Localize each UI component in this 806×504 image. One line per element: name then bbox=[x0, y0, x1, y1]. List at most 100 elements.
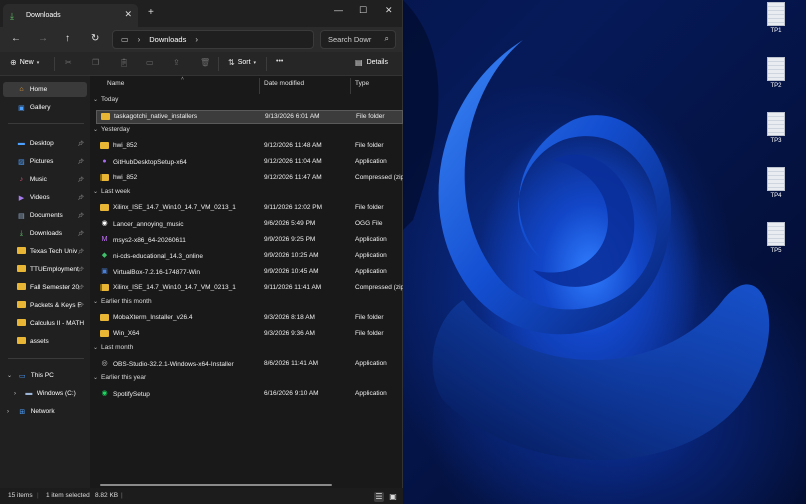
file-row[interactable]: Xilinx_ISE_14.7_Win10_14.7_VM_0213_1 9/11… bbox=[96, 282, 403, 296]
sort-button[interactable]: ⇅ Sort ▾ bbox=[228, 58, 256, 67]
delete-icon[interactable]: 🗑︎ bbox=[200, 58, 210, 67]
column-divider[interactable] bbox=[350, 78, 351, 94]
document-thumbnail-icon bbox=[767, 167, 785, 191]
chevron-right-icon[interactable]: › bbox=[7, 409, 9, 415]
sidebar-item-gallery[interactable]: ▣ Gallery bbox=[3, 100, 87, 115]
pin-icon: 📌︎ bbox=[77, 194, 84, 201]
pin-icon: 📌︎ bbox=[77, 248, 84, 255]
sidebar-item-downloads[interactable]: ⤓ Downloads 📌︎ bbox=[3, 226, 87, 241]
sidebar-item-calculus[interactable]: Calculus II - MATH bbox=[3, 316, 87, 331]
address-field[interactable]: ▭ › Downloads › bbox=[112, 30, 314, 49]
new-tab-button[interactable]: + bbox=[148, 7, 154, 18]
up-arrow-icon[interactable]: ↑ bbox=[65, 33, 70, 44]
desktop-file-tp3[interactable]: TP3 bbox=[756, 112, 796, 144]
desktop-file-tp2[interactable]: TP2 bbox=[756, 57, 796, 89]
group-header[interactable]: ⌄ Today bbox=[93, 96, 118, 103]
file-row[interactable]: MobaXterm_Installer_v26.4 9/3/2026 8:18 A… bbox=[96, 312, 403, 326]
rename-icon[interactable]: ▭ bbox=[146, 58, 154, 67]
new-button[interactable]: ⊕ New ▾ bbox=[10, 58, 39, 67]
desktop-file-tp5[interactable]: TP5 bbox=[756, 222, 796, 254]
folder-icon bbox=[100, 142, 109, 149]
group-header[interactable]: ⌄ Yesterday bbox=[93, 126, 130, 133]
chevron-down-icon: ⌄ bbox=[93, 375, 99, 381]
item-count: 15 items bbox=[8, 492, 33, 499]
sidebar-item-assets[interactable]: assets bbox=[3, 334, 87, 349]
file-row[interactable]: ▣ VirtualBox-7.2.16-174877-Win 9/9/2026 10… bbox=[96, 266, 403, 280]
close-tab-icon[interactable]: ✕ bbox=[124, 9, 132, 20]
sidebar-item-texas-tech[interactable]: Texas Tech Univ 📌︎ bbox=[3, 244, 87, 259]
file-name-cell: MobaXterm_Installer_v26.4 bbox=[100, 314, 193, 321]
selection-size: 8.82 KB bbox=[95, 492, 119, 499]
desktop-file-tp4[interactable]: TP4 bbox=[756, 167, 796, 199]
file-name-cell: ◆ ni-cds-educational_14.3_online bbox=[100, 252, 203, 260]
file-row[interactable]: ◉ Lancer_annoying_music 9/6/2026 5:49 PM OG… bbox=[96, 218, 403, 232]
file-row[interactable]: Xilinx_ISE_14.7_Win10_14.7_VM_0213_1 9/11… bbox=[96, 202, 403, 216]
sidebar-item-home[interactable]: ⌂ Home bbox=[3, 82, 87, 97]
column-header-name[interactable]: Name bbox=[107, 80, 124, 94]
back-arrow-icon[interactable]: ← bbox=[11, 33, 21, 44]
sidebar-item-desktop[interactable]: ▬ Desktop 📌︎ bbox=[3, 136, 87, 151]
more-options-button[interactable]: ••• bbox=[276, 58, 283, 65]
close-window-icon[interactable]: ✕ bbox=[385, 5, 393, 16]
group-label: Earlier this year bbox=[101, 374, 147, 381]
date-modified: 9/12/2026 11:47 AM bbox=[264, 174, 322, 181]
file-row[interactable]: ◉ SpotifySetup 6/16/2026 9:10 AM Applicatio… bbox=[96, 388, 403, 402]
column-header-date[interactable]: Date modified bbox=[264, 80, 304, 94]
sidebar-item-network[interactable]: › ⊞ Network bbox=[3, 404, 87, 419]
file-row[interactable]: Mmsys2-x86_64-20260611 9/9/2026 9:25 PM Ap… bbox=[96, 234, 403, 248]
sidebar-item-videos[interactable]: ▶ Videos 📌︎ bbox=[3, 190, 87, 205]
pin-icon: 📌︎ bbox=[77, 140, 84, 147]
sidebar-item-music[interactable]: ♪ Music 📌︎ bbox=[3, 172, 87, 187]
file-name: hwi_852 bbox=[113, 174, 138, 181]
desktop-file-tp1[interactable]: TP1 bbox=[756, 2, 796, 34]
sidebar-item-fall-semester[interactable]: Fall Semester 20 📌︎ bbox=[3, 280, 87, 295]
column-divider[interactable] bbox=[259, 78, 260, 94]
maximize-icon[interactable]: ☐ bbox=[359, 5, 367, 16]
group-header[interactable]: ⌄ Last month bbox=[93, 344, 133, 351]
file-row[interactable]: ◆ ni-cds-educational_14.3_online 9/9/2026 … bbox=[96, 250, 403, 264]
paste-icon[interactable]: 📋︎ bbox=[119, 58, 129, 67]
file-name: VirtualBox-7.2.16-174877-Win bbox=[113, 268, 200, 276]
tab-downloads[interactable]: ⤓ Downloads ✕ bbox=[3, 4, 138, 27]
file-row[interactable]: Win_X64 9/3/2026 9:36 AM File folder bbox=[96, 328, 403, 342]
chevron-right-icon[interactable]: › bbox=[195, 35, 198, 44]
group-header[interactable]: ⌄ Earlier this year bbox=[93, 374, 146, 381]
chevron-down-icon: ⌄ bbox=[93, 97, 99, 103]
refresh-icon[interactable]: ↻ bbox=[91, 33, 99, 44]
sidebar-item-label: Windows (C:) bbox=[36, 390, 76, 397]
file-row[interactable]: ◎ OBS-Studio-32.2.1-Windows-x64-Installer… bbox=[96, 358, 403, 372]
forward-arrow-icon[interactable]: → bbox=[38, 33, 48, 44]
cut-icon[interactable]: ✂ bbox=[65, 58, 72, 67]
horizontal-scrollbar[interactable] bbox=[100, 484, 332, 486]
sidebar-item-documents[interactable]: ▤ Documents 📌︎ bbox=[3, 208, 87, 223]
breadcrumb-downloads[interactable]: Downloads bbox=[149, 35, 186, 44]
file-row[interactable]: taskagotchi_native_installers 9/13/2026 6… bbox=[96, 110, 403, 124]
group-header[interactable]: ⌄ Earlier this month bbox=[93, 298, 152, 305]
file-row[interactable]: hwi_852 9/12/2026 11:48 AM File folder bbox=[96, 140, 403, 154]
sidebar-item-pictures[interactable]: ▨ Pictures 📌︎ bbox=[3, 154, 87, 169]
share-icon[interactable]: ⇪ bbox=[173, 58, 180, 67]
downloads-icon: ⤓ bbox=[19, 229, 23, 237]
sidebar-item-ttuemployment[interactable]: TTUEmployment 📌︎ bbox=[3, 262, 87, 277]
details-pane-button[interactable]: ▤ Details bbox=[355, 58, 388, 67]
column-header-type[interactable]: Type bbox=[355, 80, 369, 94]
details-view-icon[interactable]: ☰ bbox=[374, 492, 384, 502]
chevron-right-icon[interactable]: › bbox=[14, 391, 16, 397]
desktop-file-label: TP5 bbox=[770, 248, 782, 254]
group-label: Yesterday bbox=[101, 126, 130, 133]
search-input[interactable]: Search Dowr ⌕ bbox=[320, 30, 396, 49]
file-name-cell: ◉ SpotifySetup bbox=[100, 390, 149, 398]
date-modified: 9/3/2026 8:18 AM bbox=[264, 314, 315, 321]
file-row[interactable]: ● GitHubDesktopSetup-x64 9/12/2026 11:04 A… bbox=[96, 156, 403, 170]
file-type: File folder bbox=[355, 142, 384, 149]
sidebar-item-windows-c[interactable]: › ▬ Windows (C:) bbox=[3, 386, 87, 401]
tiles-view-icon[interactable]: ▣ bbox=[388, 492, 398, 502]
minimize-icon[interactable]: — bbox=[334, 5, 343, 15]
group-header[interactable]: ⌄ Last week bbox=[93, 188, 130, 195]
copy-icon[interactable]: ❐ bbox=[92, 58, 99, 67]
file-type: File folder bbox=[355, 314, 384, 321]
chevron-down-icon[interactable]: ⌄ bbox=[7, 372, 12, 379]
sidebar-item-packets-keys[interactable]: Packets & Keys F 📌︎ bbox=[3, 298, 87, 313]
sidebar-item-this-pc[interactable]: ⌄ ▭ This PC bbox=[3, 368, 87, 383]
file-row[interactable]: hwi_852 9/12/2026 11:47 AM Compressed (zip bbox=[96, 172, 403, 186]
